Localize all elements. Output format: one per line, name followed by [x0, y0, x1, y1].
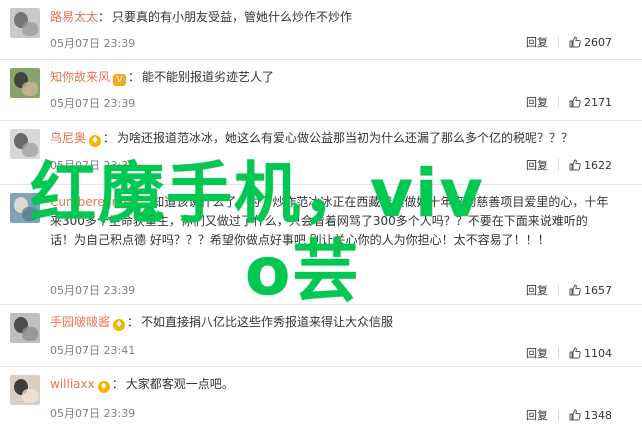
comment-item: 知你故来风 V：能不能别报道劣迹艺人了 05月07日 23:39 回复 2171 — [0, 60, 642, 121]
like-count: 1657 — [584, 283, 612, 297]
comment-text: 能不能别报道劣迹艺人了 — [142, 70, 275, 84]
thumbs-up-icon — [569, 96, 581, 108]
comment-body: Cumberexmen： 知道该说什么了，为了炒作范冰冰正在西藏继续做她十年来的慈… — [50, 193, 610, 250]
divider — [558, 409, 559, 421]
avatar[interactable] — [10, 68, 40, 98]
divider — [558, 347, 559, 359]
comment-timestamp: 05月07日 23:39 — [50, 407, 136, 420]
colon: ： — [98, 10, 111, 24]
reply-button[interactable]: 回复 — [526, 345, 548, 361]
comment-timestamp: 05月07日 23:39 — [50, 97, 136, 110]
reply-button[interactable]: 回复 — [526, 94, 548, 110]
colon: ： — [138, 195, 151, 209]
like-count: 1622 — [584, 158, 612, 172]
divider — [558, 159, 559, 171]
comment-timestamp: 05月07日 23:41 — [50, 344, 136, 357]
comment-timestamp: 05月07日 23:39 — [50, 37, 136, 50]
verified-badge-icon: ♦ — [97, 381, 110, 393]
like-button[interactable]: 1348 — [569, 409, 612, 422]
like-count: 2607 — [584, 35, 612, 49]
divider — [558, 96, 559, 108]
comment-text: 为啥还报道范冰冰，她这么有爱心做公益那当初为什么还漏了那么多个亿的税呢？？？ — [117, 131, 574, 145]
colon: ： — [111, 377, 124, 391]
like-button[interactable]: 1104 — [569, 347, 612, 360]
like-button[interactable]: 1657 — [569, 284, 612, 297]
comment-item: Cumberexmen： 知道该说什么了，为了炒作范冰冰正在西藏继续做她十年来的慈… — [0, 185, 642, 305]
reply-button[interactable]: 回复 — [526, 34, 548, 50]
comment-username[interactable]: Cumberexmen — [50, 195, 138, 209]
like-button[interactable]: 1622 — [569, 159, 612, 172]
colon: ： — [128, 70, 141, 84]
divider — [558, 284, 559, 296]
comment-feed: 路易太太： 只要真的有小朋友受益，管她什么炒作不炒作 05月07日 23:39 回… — [0, 0, 642, 424]
thumbs-up-icon — [569, 284, 581, 296]
like-count: 2171 — [584, 95, 612, 109]
comment-body: 手园啵啵酱 ♦：不如直接捐八亿比这些作秀报道来得让大众信服 — [50, 313, 610, 332]
avatar[interactable] — [10, 8, 40, 38]
colon: ： — [103, 131, 116, 145]
comment-actions: 回复 1104 — [526, 345, 612, 361]
comment-text: 大家都客观一点吧。 — [125, 377, 234, 391]
like-button[interactable]: 2171 — [569, 96, 612, 109]
vip-badge-icon: V — [113, 74, 127, 86]
comment-username[interactable]: williaxx — [50, 377, 95, 391]
thumbs-up-icon — [569, 347, 581, 359]
comment-username[interactable]: 乌尼奥 — [50, 131, 86, 145]
reply-button[interactable]: 回复 — [526, 157, 548, 173]
comment-timestamp: 05月07日 23:39 — [50, 159, 136, 172]
comment-body: 路易太太： 只要真的有小朋友受益，管她什么炒作不炒作 — [50, 8, 610, 27]
like-count: 1348 — [584, 408, 612, 422]
avatar[interactable] — [10, 313, 40, 343]
comment-username[interactable]: 知你故来风 — [50, 70, 110, 84]
comment-actions: 回复 2607 — [526, 34, 612, 50]
comment-username[interactable]: 手园啵啵酱 — [50, 315, 110, 329]
avatar[interactable] — [10, 129, 40, 159]
avatar[interactable] — [10, 193, 40, 223]
comment-text: 不如直接捐八亿比这些作秀报道来得让大众信服 — [141, 315, 394, 329]
verified-badge-icon: ♦ — [113, 319, 126, 331]
divider — [558, 36, 559, 48]
comment-item: 乌尼奥 ♦：为啥还报道范冰冰，她这么有爱心做公益那当初为什么还漏了那么多个亿的税呢… — [0, 121, 642, 185]
colon: ： — [127, 315, 140, 329]
reply-button[interactable]: 回复 — [526, 407, 548, 423]
thumbs-up-icon — [569, 409, 581, 421]
comment-actions: 回复 1657 — [526, 282, 612, 298]
thumbs-up-icon — [569, 36, 581, 48]
comment-item: williaxx ♦：大家都客观一点吧。 05月07日 23:39 回复 1348 — [0, 367, 642, 424]
like-count: 1104 — [584, 346, 612, 360]
comment-body: williaxx ♦：大家都客观一点吧。 — [50, 375, 610, 394]
comment-actions: 回复 1622 — [526, 157, 612, 173]
comment-text: 只要真的有小朋友受益，管她什么炒作不炒作 — [112, 10, 353, 24]
verified-badge-icon: ♦ — [89, 135, 102, 147]
comment-actions: 回复 1348 — [526, 407, 612, 423]
thumbs-up-icon — [569, 159, 581, 171]
reply-button[interactable]: 回复 — [526, 282, 548, 298]
comment-body: 知你故来风 V：能不能别报道劣迹艺人了 — [50, 68, 610, 87]
comment-item: 路易太太： 只要真的有小朋友受益，管她什么炒作不炒作 05月07日 23:39 回… — [0, 0, 642, 60]
comment-actions: 回复 2171 — [526, 94, 612, 110]
comment-timestamp: 05月07日 23:39 — [50, 284, 136, 297]
comment-body: 乌尼奥 ♦：为啥还报道范冰冰，她这么有爱心做公益那当初为什么还漏了那么多个亿的税呢… — [50, 129, 610, 148]
comment-item: 手园啵啵酱 ♦：不如直接捐八亿比这些作秀报道来得让大众信服 05月07日 23:4… — [0, 305, 642, 367]
like-button[interactable]: 2607 — [569, 36, 612, 49]
avatar[interactable] — [10, 375, 40, 405]
comment-username[interactable]: 路易太太 — [50, 10, 98, 24]
